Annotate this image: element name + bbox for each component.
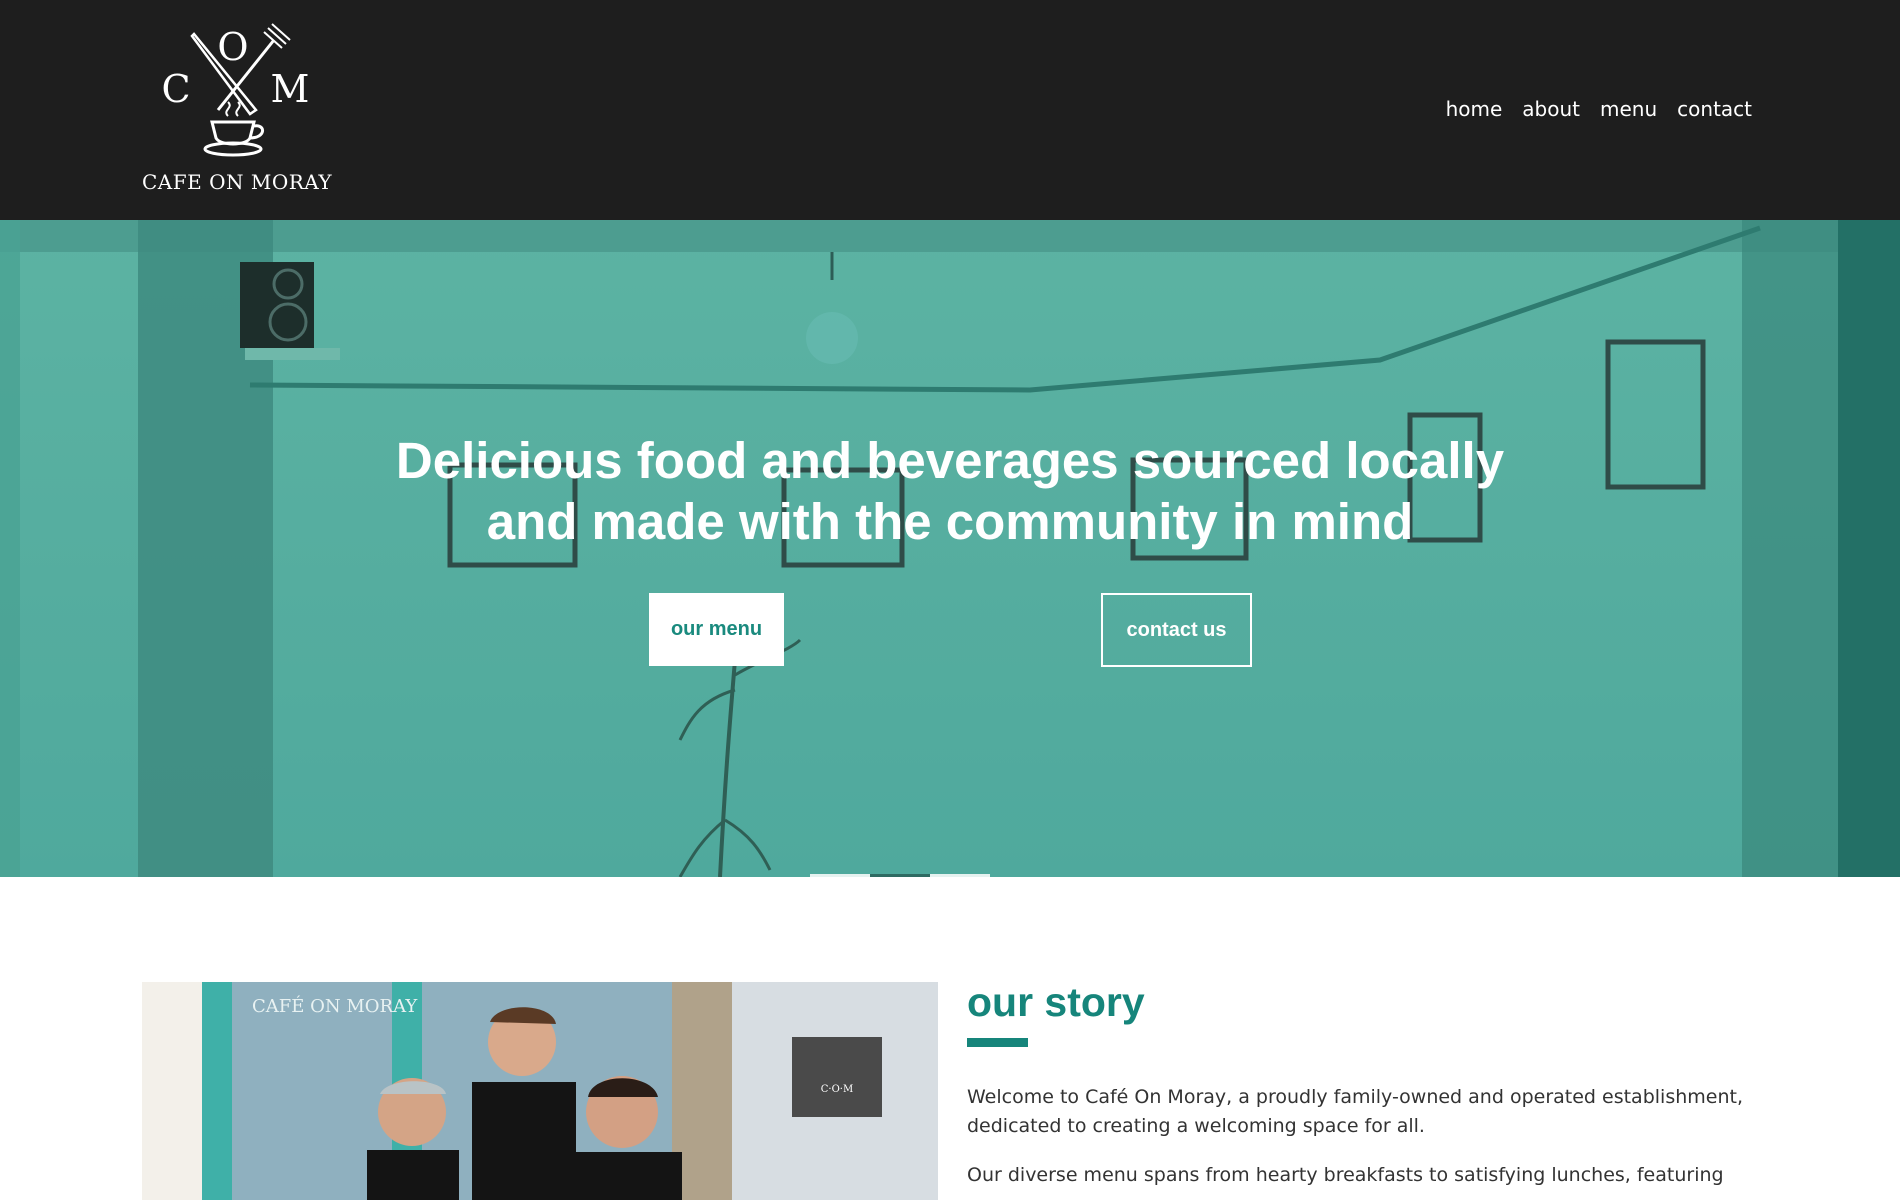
story-content: our story Welcome to Café On Moray, a pr… [967, 977, 1767, 1190]
hero-headline-line2: and made with the community in mind [486, 493, 1414, 550]
svg-text:C·O·M: C·O·M [821, 1084, 853, 1095]
heading-underline [967, 1038, 1028, 1047]
cafe-staff-image: C·O·M CAFÉ ON MORAY [142, 982, 938, 1200]
story-paragraph-1: Welcome to Café On Moray, a proudly fami… [967, 1086, 1743, 1137]
nav-menu[interactable]: menu [1600, 96, 1657, 122]
nav-about[interactable]: about [1522, 96, 1580, 122]
nav-home[interactable]: home [1446, 96, 1503, 122]
hero-headline-line1: Delicious food and beverages sourced loc… [395, 432, 1505, 489]
contact-us-button[interactable]: contact us [1101, 593, 1252, 667]
site-header: O C M CAFE ON MORAY home about menu cont… [0, 0, 1900, 220]
our-menu-button[interactable]: our menu [649, 593, 784, 666]
site-logo[interactable]: O C M CAFE ON MORAY [142, 18, 333, 198]
svg-text:C: C [161, 67, 190, 111]
hero-headline: Delicious food and beverages sourced loc… [0, 430, 1900, 552]
hero-slider: Delicious food and beverages sourced loc… [0, 220, 1900, 877]
main-nav: home about menu contact [1446, 96, 1752, 122]
svg-text:M: M [271, 67, 310, 111]
fork-knife-coffee-cup-icon: O C M [161, 23, 310, 157]
staff-photo: C·O·M CAFÉ ON MORAY [142, 982, 938, 1200]
story-heading: our story [967, 979, 1145, 1025]
story-paragraph-2: Our diverse menu spans from hearty break… [967, 1164, 1724, 1186]
our-story-section: C·O·M CAFÉ ON MORAY our story Welcome to… [0, 877, 1900, 1200]
nav-contact[interactable]: contact [1677, 96, 1752, 122]
logo-wordmark: CAFE ON MORAY [142, 170, 333, 194]
svg-text:O: O [217, 25, 248, 69]
svg-text:CAFÉ ON MORAY: CAFÉ ON MORAY [252, 994, 418, 1017]
